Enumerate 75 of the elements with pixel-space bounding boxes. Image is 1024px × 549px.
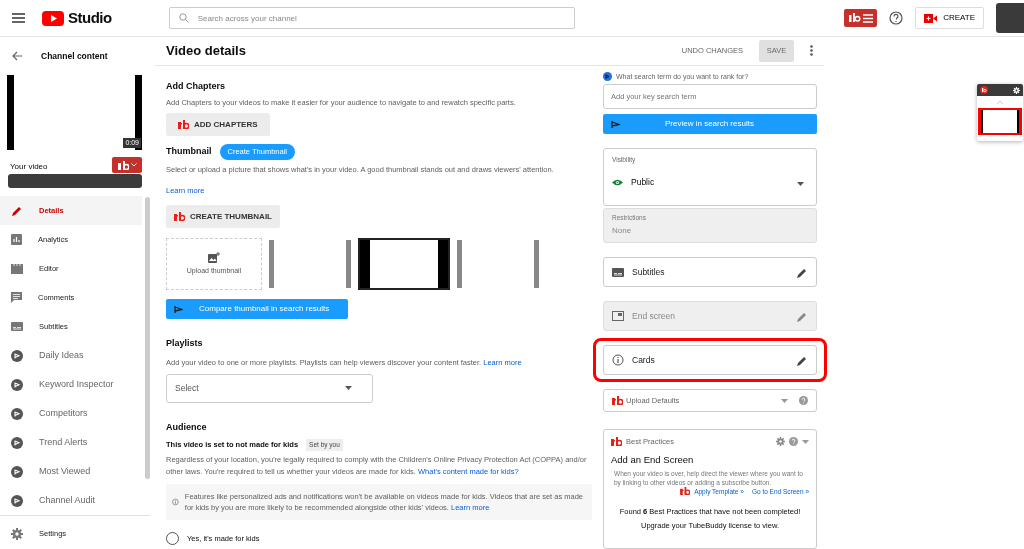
play-flag-icon	[11, 494, 23, 507]
section-title: Add Chapters	[166, 79, 226, 93]
play-flag-icon	[11, 407, 23, 420]
clapperboard-icon	[11, 263, 23, 274]
addon-dropdown-button[interactable]	[112, 157, 142, 173]
tip-heading: Add an End Screen	[611, 453, 695, 468]
sidebar-item[interactable]: Trend Alerts	[0, 428, 142, 457]
addon-menu-button[interactable]	[844, 9, 878, 27]
dropdown-icon	[802, 439, 809, 444]
logo-icon	[612, 396, 623, 405]
app-name: Studio	[68, 7, 112, 28]
pencil-icon	[11, 204, 23, 217]
video-label: Your video	[10, 161, 48, 173]
settings-card[interactable]: Subtitles	[603, 257, 817, 287]
more-options-icon[interactable]	[810, 45, 813, 57]
subtitles-icon	[11, 322, 23, 331]
card-label: Cards	[632, 353, 655, 367]
logo-icon	[680, 487, 691, 496]
play-flag-icon	[603, 72, 612, 82]
settings-icon	[11, 527, 23, 540]
bar-chart-icon	[11, 234, 22, 245]
logo-icon	[178, 120, 189, 129]
chevron-down-icon	[130, 163, 137, 167]
add-chapters-button[interactable]: ADD CHAPTERS	[166, 113, 270, 136]
play-flag-icon	[11, 436, 23, 449]
page-title: Video details	[166, 42, 246, 60]
play-flag-icon	[11, 465, 23, 478]
comment-icon	[11, 292, 22, 303]
add-image-icon	[208, 251, 220, 263]
logo-icon	[174, 212, 185, 221]
section-title: Playlists	[166, 337, 204, 350]
subtitles-icon	[612, 267, 624, 277]
logo-icon	[117, 160, 129, 170]
logo-icon	[611, 437, 622, 447]
section-title: Audience	[166, 420, 208, 434]
pencil-icon	[796, 266, 808, 279]
eye-icon	[612, 179, 623, 187]
logo-icon[interactable]	[980, 86, 988, 94]
sidebar-item[interactable]: Channel Audit	[0, 486, 142, 515]
play-flag-icon	[11, 349, 23, 362]
thumbnail-option[interactable]	[358, 238, 450, 290]
restrictions-value: None	[612, 224, 633, 237]
pencil-icon	[796, 354, 808, 367]
create-button[interactable]: CREATE	[915, 7, 984, 29]
video-camera-icon	[924, 13, 938, 23]
help-icon	[799, 396, 808, 405]
panel-title: Channel content	[41, 49, 108, 63]
flag-icon	[611, 120, 620, 128]
playlist-select[interactable]: Select	[166, 373, 373, 403]
thumbnail-preview[interactable]	[978, 108, 1022, 135]
dropdown-icon	[797, 181, 804, 186]
sidebar-item[interactable]: Keyword Inspector	[0, 370, 142, 399]
scrollbar[interactable]	[145, 197, 150, 479]
end-screen-icon	[612, 311, 624, 321]
logo-menu-icon	[847, 12, 874, 24]
sidebar-item[interactable]: Competitors	[0, 399, 142, 428]
play-flag-icon	[11, 378, 23, 391]
card-label: End screen	[632, 309, 675, 323]
dropdown-icon	[781, 399, 788, 404]
help-icon[interactable]	[889, 11, 904, 25]
pencil-icon	[796, 310, 808, 323]
info-icon	[612, 354, 624, 366]
card-label: Subtitles	[632, 265, 665, 279]
search-field[interactable]: Search across your channel	[168, 7, 575, 29]
sidebar-item[interactable]: Daily Ideas	[0, 341, 142, 370]
menu-button[interactable]	[12, 11, 26, 25]
select-placeholder: Select	[175, 381, 199, 395]
create-thumbnail-button[interactable]: CREATE THUMBNAIL	[166, 205, 280, 228]
visibility-value: Public	[631, 176, 655, 190]
sidebar-item[interactable]: Most Viewed	[0, 457, 142, 486]
dropdown-icon	[345, 386, 352, 390]
back-arrow-icon[interactable]	[12, 51, 23, 61]
section-title: Thumbnail	[166, 145, 212, 159]
flag-icon	[174, 305, 183, 313]
settings-card[interactable]: Cards	[603, 345, 817, 375]
